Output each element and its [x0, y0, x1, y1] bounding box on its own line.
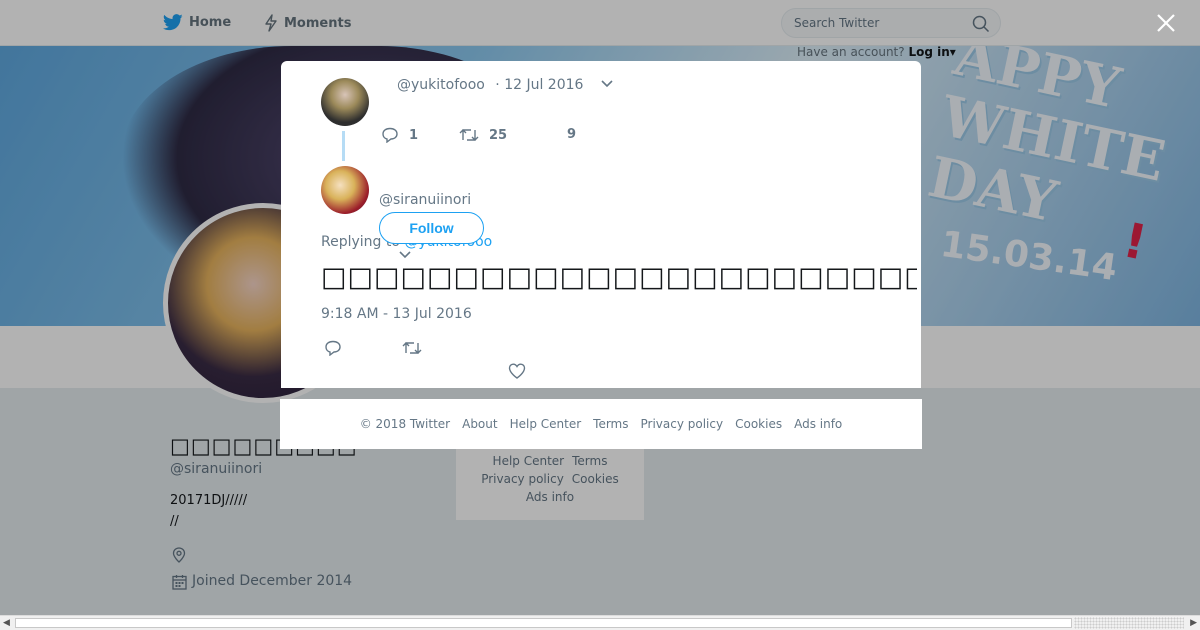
footer-privacy[interactable]: Privacy policy [641, 417, 724, 431]
tweet-modal: @yukitofooo · 12 Jul 2016 1 25 9 @siranu… [281, 61, 921, 388]
footer-about[interactable]: About [462, 417, 497, 431]
parent-reply-count: 1 [409, 127, 419, 143]
parent-tweet-header: @yukitofooo · 12 Jul 2016 [397, 77, 583, 93]
scroll-right-arrow-icon[interactable]: ▶ [1190, 618, 1197, 628]
footer-help[interactable]: Help Center [510, 417, 582, 431]
parent-tweet-handle[interactable]: @yukitofooo [397, 77, 485, 93]
close-icon[interactable] [1155, 12, 1177, 34]
chevron-down-icon[interactable] [600, 79, 614, 89]
tweet-author-handle[interactable]: @siranuiinori [379, 192, 471, 208]
parent-like-count: 9 [567, 127, 577, 142]
parent-tweet-avatar[interactable] [321, 78, 369, 126]
parent-retweet-count: 25 [489, 127, 508, 143]
scrollbar-track-texture [1074, 617, 1184, 629]
parent-retweet-button[interactable]: 25 [459, 127, 507, 143]
parent-tweet-date[interactable]: · 12 Jul 2016 [495, 77, 583, 93]
footer-copyright: © 2018 Twitter [359, 417, 451, 431]
horizontal-scrollbar[interactable]: ◀ ▶ [0, 615, 1200, 630]
tweet-text: □□□□□□□□□□□□□□□□□□□□□□□□□□□□□□□□□□□ [321, 262, 917, 293]
parent-reply-button[interactable]: 1 [381, 127, 418, 143]
scroll-left-arrow-icon[interactable]: ◀ [3, 618, 10, 628]
chevron-down-icon[interactable] [398, 250, 412, 260]
footer-ads[interactable]: Ads info [794, 417, 842, 431]
retweet-icon [459, 129, 479, 141]
reply-icon [382, 127, 398, 143]
modal-footer: © 2018 Twitter About Help Center Terms P… [280, 399, 922, 449]
tweet-timestamp[interactable]: 9:18 AM - 13 Jul 2016 [321, 306, 472, 322]
scrollbar-thumb[interactable] [15, 618, 1072, 628]
tweet-author-avatar[interactable] [321, 166, 369, 214]
footer-terms[interactable]: Terms [593, 417, 628, 431]
footer-cookies[interactable]: Cookies [735, 417, 782, 431]
retweet-icon[interactable] [402, 340, 422, 356]
reply-icon[interactable] [324, 340, 342, 356]
thread-connector-line [342, 131, 345, 161]
heart-icon[interactable] [508, 363, 526, 379]
follow-button[interactable]: Follow [379, 212, 484, 244]
parent-like-button[interactable]: 9 [567, 127, 576, 142]
